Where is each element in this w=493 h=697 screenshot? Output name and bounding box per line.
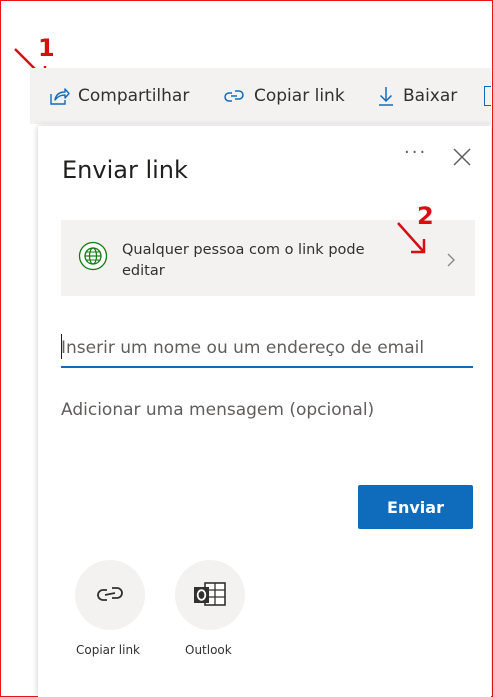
share-button[interactable]: Compartilhar	[48, 83, 189, 109]
chevron-right-icon	[447, 253, 455, 267]
link-icon	[97, 587, 123, 601]
outlook-option[interactable]	[175, 560, 245, 630]
dialog-title: Enviar link	[62, 156, 188, 184]
globe-icon	[78, 241, 108, 271]
copy-link-button-label: Copiar link	[254, 86, 345, 106]
download-button-label: Baixar	[403, 86, 458, 106]
more-commands-icon[interactable]	[484, 86, 491, 106]
copy-link-option-label: Copiar link	[76, 643, 140, 657]
share-icon	[50, 88, 70, 105]
annotation-arrow-2	[397, 222, 426, 254]
more-options-icon[interactable]: ···	[404, 142, 427, 163]
text-cursor	[61, 334, 62, 359]
download-button[interactable]: Baixar	[377, 83, 457, 109]
share-button-label: Compartilhar	[78, 86, 190, 106]
close-icon[interactable]	[451, 146, 473, 168]
copy-link-button[interactable]: Copiar link	[222, 83, 345, 109]
outlook-option-label: Outlook	[185, 643, 232, 657]
send-button[interactable]: Enviar	[358, 485, 473, 529]
copy-link-option[interactable]	[75, 560, 145, 630]
message-input[interactable]: Adicionar uma mensagem (opcional)	[61, 400, 374, 420]
download-icon	[379, 87, 393, 106]
recipient-input[interactable]	[61, 330, 473, 368]
link-permission-text: Qualquer pessoa com o link pode editar	[122, 242, 365, 279]
outlook-icon	[194, 582, 226, 606]
link-icon	[224, 90, 244, 102]
